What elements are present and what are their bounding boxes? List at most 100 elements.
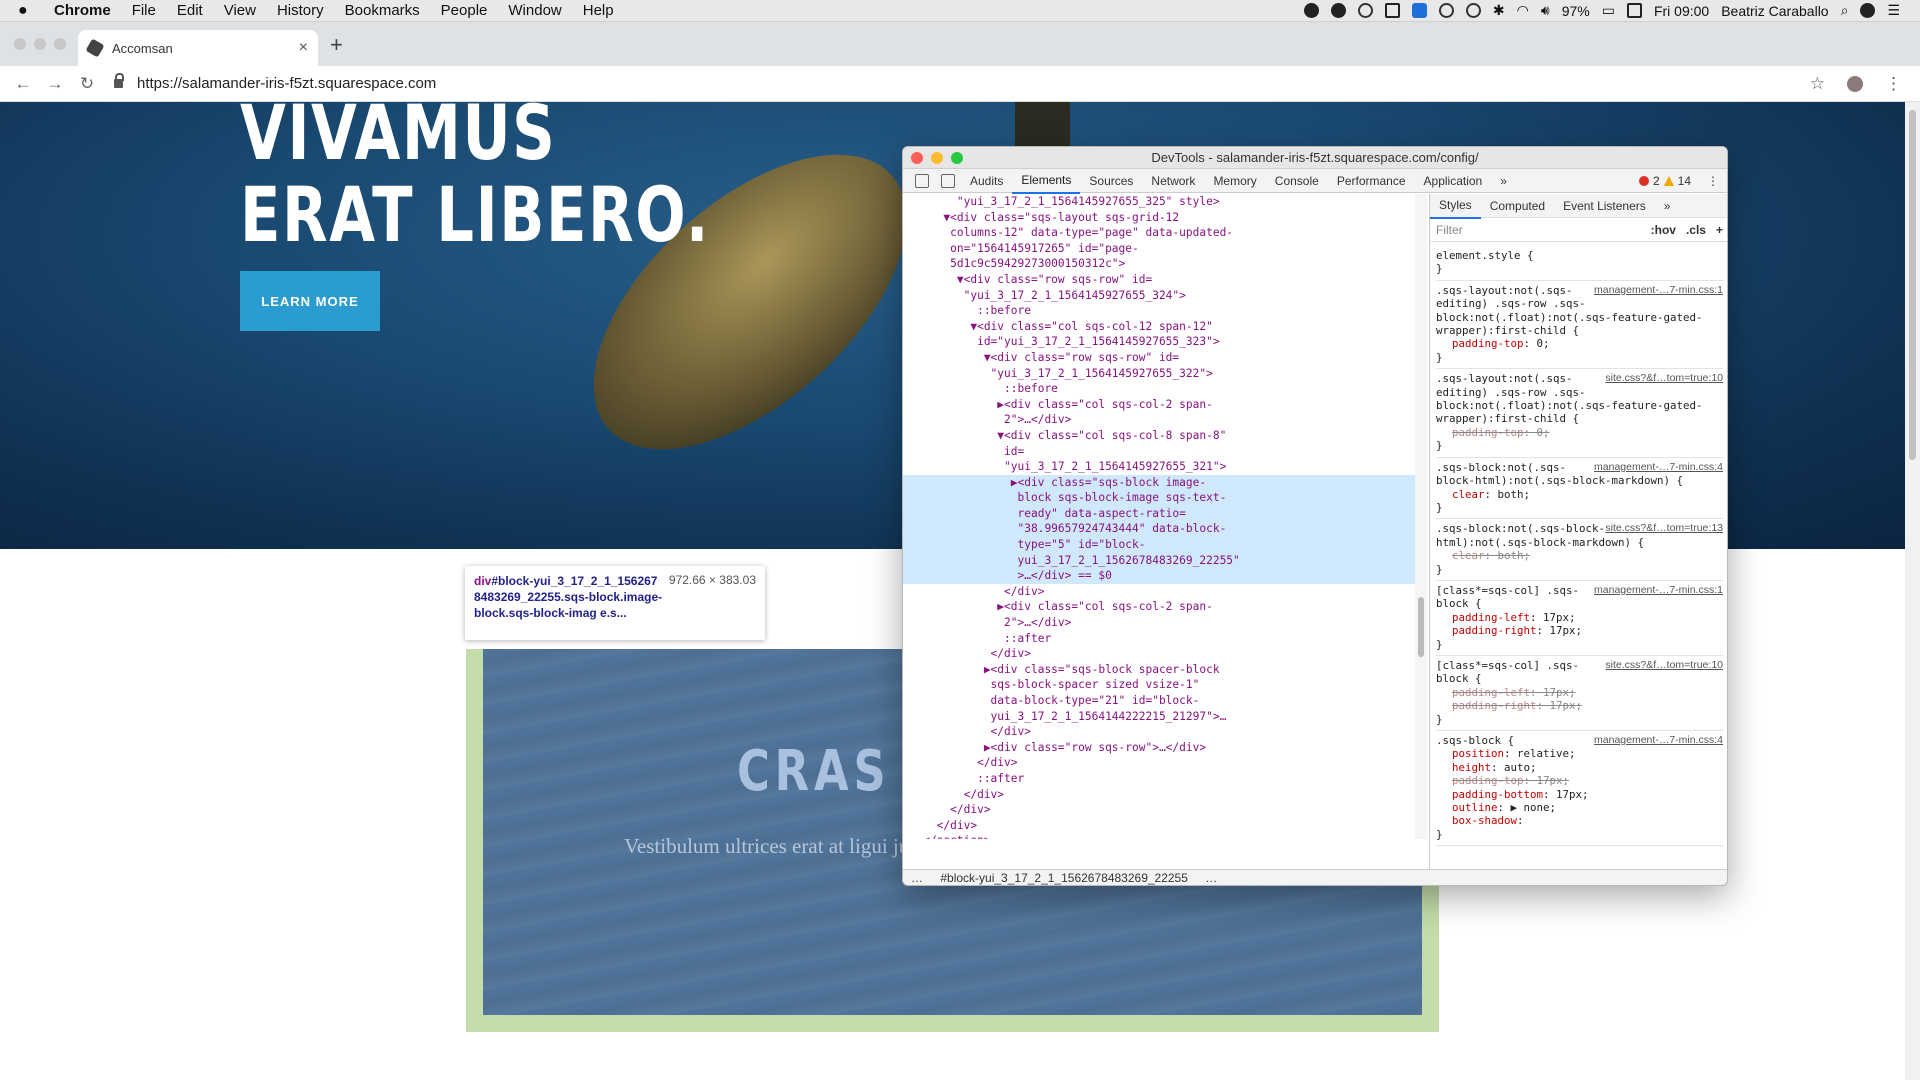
wifi-icon[interactable]: ◠ — [1517, 2, 1529, 19]
address-bar[interactable]: https://salamander-iris-f5zt.squarespace… — [114, 73, 436, 92]
style-rule[interactable]: management-…7-min.css:1 [class*=sqs-col] … — [1436, 581, 1723, 656]
breadcrumb-item[interactable]: #block-yui_3_17_2_1_1562678483269_22255 — [940, 871, 1188, 885]
devtools-close-button[interactable] — [911, 152, 923, 164]
style-declaration[interactable]: position: relative; — [1436, 747, 1723, 760]
dom-node-line[interactable]: </div> — [903, 724, 1415, 740]
reload-icon[interactable]: ↻ — [78, 74, 96, 94]
notification-center-icon[interactable]: ☰ — [1887, 2, 1900, 19]
tab-sources[interactable]: Sources — [1080, 169, 1142, 193]
style-declaration[interactable]: padding-top: 0; — [1436, 426, 1723, 439]
tab-network[interactable]: Network — [1142, 169, 1204, 193]
tab-memory[interactable]: Memory — [1204, 169, 1265, 193]
tab-audits[interactable]: Audits — [961, 169, 1012, 193]
dom-node-line[interactable]: yui_3_17_2_1_1562678483269_22255" — [903, 552, 1415, 569]
elements-scrollbar[interactable] — [1415, 194, 1427, 839]
style-declaration[interactable]: clear: both; — [1436, 488, 1723, 501]
style-declaration[interactable]: outline: ▶ none; — [1436, 801, 1723, 814]
dom-node-line[interactable]: "yui_3_17_2_1_1564145927655_324"> — [903, 288, 1415, 304]
dom-node-line[interactable]: columns-12" data-type="page" data-update… — [903, 225, 1415, 241]
error-warning-counter[interactable]: 2 14 ⋮ — [1638, 174, 1719, 188]
url-text[interactable]: https://salamander-iris-f5zt.squarespace… — [137, 75, 436, 92]
apple-icon[interactable]: ● — [18, 2, 46, 20]
clock[interactable]: Fri 09:00 — [1654, 3, 1709, 19]
time-machine-icon[interactable] — [1465, 3, 1481, 18]
style-declaration[interactable]: padding-left: 17px; — [1436, 611, 1723, 624]
window-minimize-button[interactable] — [34, 38, 46, 50]
chrome-menu-icon[interactable]: ⋮ — [1885, 74, 1902, 94]
sync-icon[interactable] — [1357, 3, 1373, 18]
dom-node-line[interactable]: "38.99657924743444" data-block- — [903, 521, 1415, 538]
browser-tab[interactable]: Accomsan × — [78, 30, 318, 66]
devtools-zoom-button[interactable] — [951, 152, 963, 164]
dom-node-line[interactable]: ▼<div class="row sqs-row" id= — [903, 272, 1415, 288]
lock-icon[interactable] — [114, 73, 124, 88]
dom-node-line[interactable]: "yui_3_17_2_1_1564145927655_325" style> — [903, 194, 1415, 210]
window-zoom-button[interactable] — [54, 38, 66, 50]
devtools-minimize-button[interactable] — [931, 152, 943, 164]
style-declaration[interactable]: padding-right: 17px; — [1436, 699, 1723, 712]
forward-arrow-icon[interactable]: → — [46, 74, 64, 94]
tab-console[interactable]: Console — [1266, 169, 1328, 193]
dom-node-line[interactable]: block sqs-block-image sqs-text- — [903, 490, 1415, 506]
dom-node-line[interactable]: ▼<div class="col sqs-col-8 span-8" — [903, 428, 1415, 444]
dom-node-line[interactable]: ▼<div class="col sqs-col-12 span-12" — [903, 319, 1415, 335]
tab-performance[interactable]: Performance — [1328, 169, 1415, 193]
status-app-icon[interactable] — [1303, 3, 1319, 18]
style-rule-source-link[interactable]: site.css?&f…tom=true:13 — [1605, 522, 1723, 535]
user-name[interactable]: Beatriz Caraballo — [1721, 3, 1828, 19]
style-rule-source-link[interactable]: management-…7-min.css:1 — [1594, 284, 1723, 297]
style-declaration[interactable]: box-shadow: — [1436, 814, 1723, 827]
style-rule[interactable]: site.css?&f…tom=true:10 .sqs-layout:not(.… — [1436, 369, 1723, 458]
dom-node-line[interactable]: >…</div> == $0 — [903, 568, 1415, 584]
menu-window[interactable]: Window — [508, 2, 561, 19]
dom-node-line[interactable]: </div> — [903, 802, 1415, 818]
dom-node-line[interactable]: "yui_3_17_2_1_1564145927655_321"> — [903, 459, 1415, 475]
tab-close-icon[interactable]: × — [299, 39, 308, 57]
devtools-menu-icon[interactable]: ⋮ — [1707, 174, 1719, 188]
learn-more-button[interactable]: LEARN MORE — [240, 271, 380, 331]
menu-bookmarks[interactable]: Bookmarks — [345, 2, 420, 19]
spotlight-icon[interactable]: ⌕ — [1841, 2, 1849, 19]
dom-node-line[interactable]: 5d1c9c59429273000150312c"> — [903, 256, 1415, 272]
style-declaration[interactable]: clear: both; — [1436, 549, 1723, 562]
dom-node-line[interactable]: ▶<div class="col sqs-col-2 span- — [903, 397, 1415, 413]
window-close-button[interactable] — [14, 38, 26, 50]
bookmark-star-icon[interactable]: ☆ — [1810, 74, 1825, 94]
hov-toggle[interactable]: :hov — [1651, 223, 1676, 237]
style-declaration[interactable]: padding-bottom: 17px; — [1436, 788, 1723, 801]
style-rule-source-link[interactable]: site.css?&f…tom=true:10 — [1605, 659, 1723, 672]
dom-node-line[interactable]: </div> — [903, 787, 1415, 803]
style-rule-selector[interactable]: element.style { — [1436, 249, 1723, 262]
dom-node-line[interactable]: </div> — [903, 584, 1415, 600]
cls-toggle[interactable]: .cls — [1686, 223, 1706, 237]
style-rule-source-link[interactable]: site.css?&f…tom=true:10 — [1605, 372, 1723, 385]
more-tabs-icon[interactable]: » — [1491, 169, 1516, 193]
menu-history[interactable]: History — [277, 2, 324, 19]
battery-icon[interactable]: ▭ — [1602, 2, 1615, 19]
dom-node-line[interactable]: ::after — [903, 771, 1415, 787]
dom-node-line[interactable]: ready" data-aspect-ratio= — [903, 505, 1415, 522]
styles-more-icon[interactable]: » — [1655, 194, 1680, 218]
menu-file[interactable]: File — [132, 2, 156, 19]
dom-node-line[interactable]: on="1564145917265" id="page- — [903, 241, 1415, 257]
elements-tree[interactable]: "yui_3_17_2_1_1564145927655_325" style> … — [903, 194, 1415, 839]
dom-node-line[interactable]: </div> — [903, 818, 1415, 834]
circle-icon[interactable] — [1438, 3, 1454, 18]
style-declaration[interactable]: padding-left: 17px; — [1436, 686, 1723, 699]
dom-node-line[interactable]: sqs-block-spacer sized vsize-1" — [903, 677, 1415, 693]
new-rule-plus-icon[interactable]: + — [1716, 223, 1723, 237]
dom-node-line[interactable]: id="yui_3_17_2_1_1564145927655_323"> — [903, 334, 1415, 350]
tab-styles[interactable]: Styles — [1430, 193, 1481, 219]
dom-node-line[interactable]: </div> — [903, 755, 1415, 771]
page-scrollbar-thumb[interactable] — [1909, 110, 1916, 460]
dom-node-line[interactable]: type="5" id="block- — [903, 537, 1415, 553]
dom-node-line[interactable]: "yui_3_17_2_1_1564145927655_322"> — [903, 366, 1415, 382]
style-rule-source-link[interactable]: management-…7-min.css:1 — [1594, 584, 1723, 597]
elements-scrollbar-thumb[interactable] — [1418, 597, 1424, 657]
dom-node-line[interactable]: ▼<div class="sqs-layout sqs-grid-12 — [903, 210, 1415, 226]
volume-icon[interactable]: 🔊︎ — [1541, 2, 1550, 19]
grid-app-icon[interactable] — [1411, 3, 1427, 18]
dom-node-line[interactable]: 2">…</div> — [903, 412, 1415, 428]
breadcrumb-ellipsis-left[interactable]: … — [911, 871, 923, 885]
style-rule[interactable]: element.style {} — [1436, 246, 1723, 281]
